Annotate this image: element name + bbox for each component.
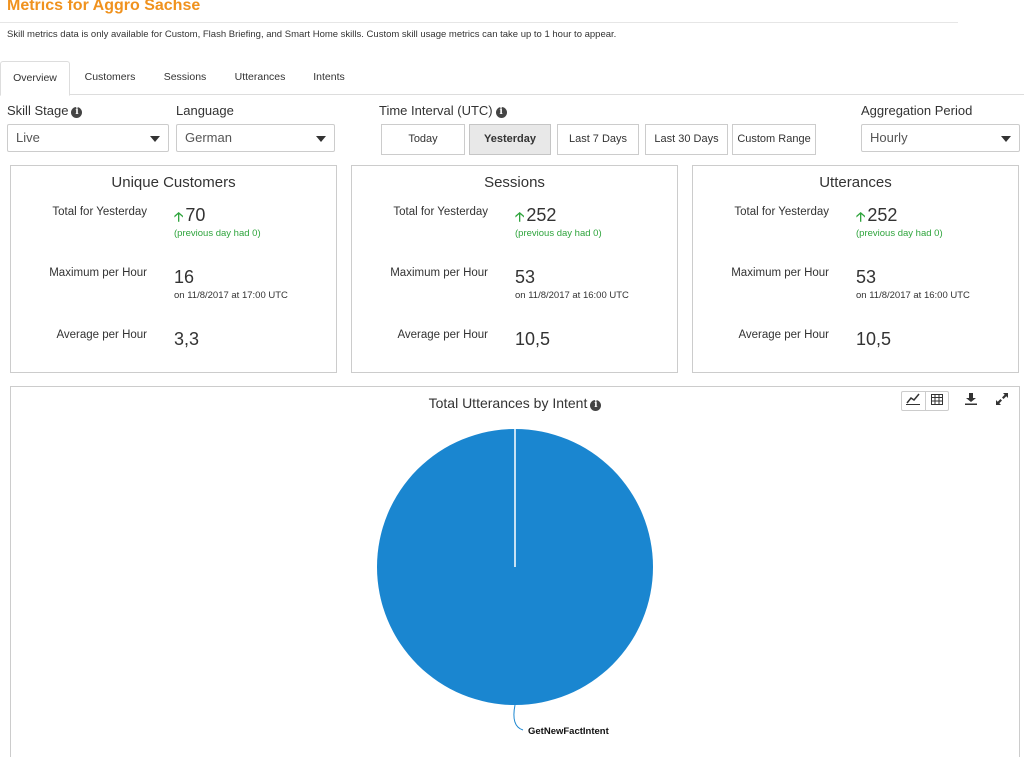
skill-stage-value: Live	[16, 130, 40, 145]
avg-value: 10,5	[856, 329, 892, 349]
max-sub: on 11/8/2017 at 17:00 UTC	[174, 290, 288, 301]
aggregation-select[interactable]: Hourly	[861, 124, 1020, 152]
caret-down-icon	[316, 136, 326, 142]
tab-overview[interactable]: Overview	[0, 61, 70, 96]
language-label: Language	[176, 103, 234, 118]
card-title: Unique Customers	[111, 174, 236, 191]
card-title: Sessions	[484, 174, 545, 191]
total-label: Total for Yesterday	[734, 206, 829, 218]
caret-down-icon	[150, 136, 160, 142]
total-label: Total for Yesterday	[52, 206, 147, 218]
language-select[interactable]: German	[176, 124, 335, 152]
tab-utterances[interactable]: Utterances	[228, 61, 292, 95]
tab-intents[interactable]: Intents	[306, 61, 352, 95]
caret-down-icon	[1001, 136, 1011, 142]
arrow-up-icon: 🡡	[174, 209, 184, 224]
skill-stage-label: Skill Stage i	[7, 103, 83, 118]
time-last-30-days-button[interactable]: Last 30 Days	[645, 124, 728, 155]
total-sub: (previous day had 0)	[515, 228, 602, 239]
tab-customers[interactable]: Customers	[76, 61, 144, 95]
arrow-up-icon: 🡡	[856, 209, 866, 224]
tab-bar: Overview Customers Sessions Utterances I…	[0, 61, 1024, 96]
info-icon[interactable]: i	[495, 107, 507, 118]
total-sub: (previous day had 0)	[856, 228, 943, 239]
max-label: Maximum per Hour	[49, 267, 147, 279]
time-yesterday-button[interactable]: Yesterday	[469, 124, 551, 155]
avg-label: Average per Hour	[56, 329, 147, 341]
aggregation-label: Aggregation Period	[861, 103, 973, 118]
metrics-notice: Skill metrics data is only available for…	[7, 29, 617, 40]
total-label: Total for Yesterday	[393, 206, 488, 218]
page-title: Metrics for Aggro Sachse	[7, 0, 201, 14]
time-interval-label: Time Interval (UTC) i	[379, 103, 507, 118]
max-value: 53	[515, 267, 536, 287]
label-leader-line	[513, 704, 524, 731]
time-today-button[interactable]: Today	[381, 124, 465, 155]
aggregation-value: Hourly	[870, 130, 908, 145]
avg-label: Average per Hour	[738, 329, 829, 341]
unique-customers-card: Unique Customers Total for Yesterday 🡡 70…	[10, 165, 337, 373]
max-sub: on 11/8/2017 at 16:00 UTC	[856, 290, 970, 301]
total-value: 🡡 252	[515, 205, 557, 225]
pie-chart: GetNewFactIntent	[377, 429, 653, 737]
max-value: 16	[174, 267, 195, 287]
max-label: Maximum per Hour	[731, 267, 829, 279]
skill-stage-select[interactable]: Live	[7, 124, 169, 152]
slice-label: GetNewFactIntent	[528, 726, 610, 737]
info-icon[interactable]: i	[71, 107, 83, 118]
avg-label: Average per Hour	[397, 329, 488, 341]
title-divider	[0, 22, 958, 23]
time-last-7-days-button[interactable]: Last 7 Days	[557, 124, 639, 155]
total-sub: (previous day had 0)	[174, 228, 261, 239]
avg-value: 3,3	[174, 329, 200, 349]
language-value: German	[185, 130, 232, 145]
total-value: 🡡 70	[174, 205, 206, 225]
total-value: 🡡 252	[856, 205, 898, 225]
max-value: 53	[856, 267, 877, 287]
max-label: Maximum per Hour	[390, 267, 488, 279]
max-sub: on 11/8/2017 at 16:00 UTC	[515, 290, 629, 301]
avg-value: 10,5	[515, 329, 551, 349]
utterances-by-intent-panel: Total Utterances by Intent i GetNewFactIn…	[10, 386, 1020, 757]
time-custom-range-button[interactable]: Custom Range	[732, 124, 816, 155]
card-title: Utterances	[819, 174, 892, 191]
tab-sessions[interactable]: Sessions	[154, 61, 216, 95]
utterances-card: Utterances Total for Yesterday 🡡 252 (pre…	[692, 165, 1019, 373]
arrow-up-icon: 🡡	[515, 209, 525, 224]
sessions-card: Sessions Total for Yesterday 🡡 252 (previ…	[351, 165, 678, 373]
